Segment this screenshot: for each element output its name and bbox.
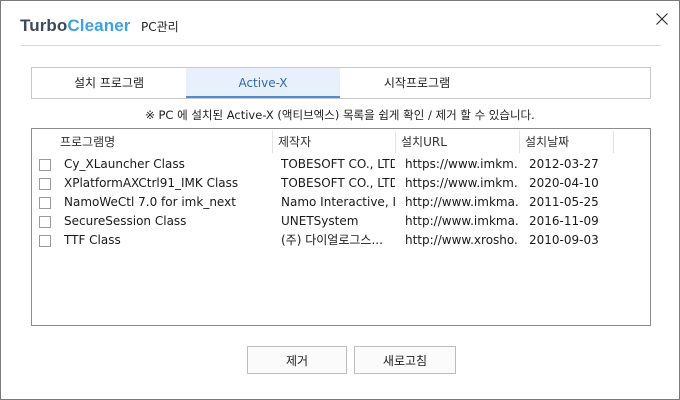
notice-text: ※ PC 에 설치된 Active-X (액티브엑스) 목록을 쉽게 확인 / … [145,108,535,122]
list-header: 프로그램명 제작자 설치URL 설치날짜 [32,129,650,155]
list-row[interactable]: XPlatformAXCtrl91_IMK Class TOBESOFT CO.… [32,174,650,193]
window-subtitle: PC관리 [141,20,179,34]
row-checkbox[interactable] [39,235,51,247]
list-row[interactable]: SecureSession Class UNETSystem http://ww… [32,212,650,231]
column-divider [613,131,614,153]
row-maker: Namo Interactive, I... [281,195,395,209]
row-name: SecureSession Class [64,214,187,228]
turbo-cleaner-window: TurboCleaner PC관리 설치 프로그램 Active-X 시작프로그… [0,0,680,400]
row-maker: (주) 다이얼로그스... [281,233,383,247]
brand-logo-part2: Cleaner [67,16,131,35]
row-url: http://www.xrosho... [405,233,519,247]
column-header-maker[interactable]: 제작자 [272,129,396,155]
refresh-button[interactable]: 새로고침 [354,346,456,374]
row-url: https://www.imkm... [405,176,519,190]
row-maker: UNETSystem [281,214,359,228]
row-url: http://www.imkma... [405,195,519,209]
row-name: XPlatformAXCtrl91_IMK Class [64,176,239,190]
tab-activex[interactable]: Active-X [186,68,340,98]
row-url: http://www.imkma... [405,214,519,228]
list-row[interactable]: TTF Class (주) 다이얼로그스... http://www.xrosh… [32,231,650,250]
row-date: 2020-04-10 [529,176,599,190]
row-name: NamoWeCtl 7.0 for imk_next [64,195,236,209]
row-url: https://www.imkm... [405,157,519,171]
row-maker: TOBESOFT CO., LTD. [281,157,395,171]
row-date: 2016-11-09 [529,214,599,228]
row-checkbox[interactable] [39,178,51,190]
column-header-name[interactable]: 프로그램명 [54,129,276,155]
close-icon[interactable] [651,8,673,30]
brand-logo-part1: Turbo [20,16,68,35]
row-name: Cy_XLauncher Class [64,157,185,171]
tab-installed-programs[interactable]: 설치 프로그램 [32,68,186,98]
list-row[interactable]: NamoWeCtl 7.0 for imk_next Namo Interact… [32,193,650,212]
tab-startup-programs[interactable]: 시작프로그램 [340,68,494,98]
row-name: TTF Class [64,233,121,247]
row-date: 2010-09-03 [529,233,599,247]
row-checkbox[interactable] [39,197,51,209]
row-checkbox[interactable] [39,216,51,228]
brand-logo: TurboCleaner [20,16,130,36]
title-bar: TurboCleaner PC관리 [1,1,679,45]
column-header-url[interactable]: 설치URL [395,129,519,155]
row-date: 2012-03-27 [529,157,599,171]
row-date: 2011-05-25 [529,195,599,209]
list-row[interactable]: Cy_XLauncher Class TOBESOFT CO., LTD. ht… [32,155,650,174]
tab-bar: 설치 프로그램 Active-X 시작프로그램 [31,67,651,99]
activex-list[interactable]: 프로그램명 제작자 설치URL 설치날짜 Cy_XLauncher Class … [31,128,651,326]
column-header-date[interactable]: 설치날짜 [519,129,614,155]
row-checkbox[interactable] [39,159,51,171]
remove-button[interactable]: 제거 [247,346,347,374]
row-maker: TOBESOFT CO., LTD. [281,176,395,190]
title-divider [21,45,661,46]
